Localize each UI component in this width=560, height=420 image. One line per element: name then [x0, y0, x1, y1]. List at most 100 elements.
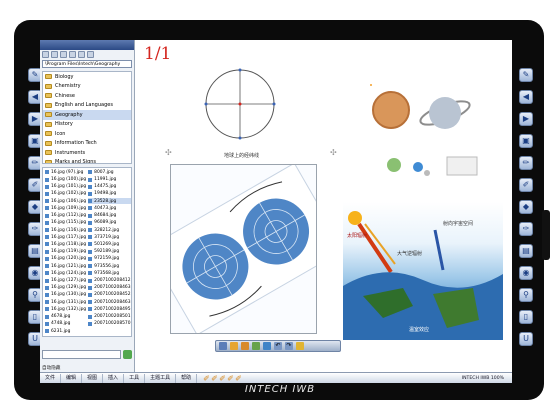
- menu-item[interactable]: 文件: [40, 373, 62, 383]
- file-item[interactable]: 501269.jpg: [88, 241, 130, 248]
- file-item[interactable]: 16.jpg (129).jpg: [45, 284, 86, 291]
- file-item[interactable]: 23528.jpg: [88, 197, 131, 205]
- brush-icon[interactable]: [241, 342, 249, 350]
- screen-icon[interactable]: ▣: [519, 134, 533, 148]
- resize-handle-icon[interactable]: ✣: [165, 149, 172, 157]
- file-item[interactable]: 16.jpg (97).jpg: [45, 169, 86, 176]
- planets-image[interactable]: [361, 65, 485, 193]
- folder-item[interactable]: History: [43, 120, 131, 130]
- pen-icon[interactable]: [230, 342, 238, 350]
- pen-4-icon[interactable]: ✐: [227, 374, 234, 383]
- file-item[interactable]: 6231.jpg: [45, 328, 86, 335]
- file-item[interactable]: 16.jpg (130).jpg: [45, 292, 86, 299]
- pen-2-icon[interactable]: ✐: [211, 374, 218, 383]
- menu-item[interactable]: 主题工具: [145, 373, 177, 383]
- view-icon[interactable]: [69, 51, 76, 58]
- file-item[interactable]: 16.jpg (118).jpg: [45, 241, 86, 248]
- file-item[interactable]: 16.jpg (127).jpg: [45, 277, 86, 284]
- up-folder-icon[interactable]: [60, 51, 67, 58]
- file-item[interactable]: 373719.jpg: [88, 234, 130, 241]
- go-button[interactable]: [123, 350, 132, 359]
- pencil-icon[interactable]: ✏: [519, 156, 533, 170]
- mouse-icon[interactable]: ▯: [519, 310, 533, 324]
- redo-icon[interactable]: ↷: [285, 342, 293, 350]
- menu-item[interactable]: 工具: [124, 373, 146, 383]
- file-item[interactable]: 96089.jpg: [88, 220, 130, 227]
- file-item[interactable]: 8007.jpg: [88, 169, 130, 176]
- back-icon[interactable]: [42, 51, 49, 58]
- file-item[interactable]: 2007100208412: [88, 277, 131, 284]
- folder-item[interactable]: Geography: [43, 110, 131, 120]
- file-item[interactable]: 16.jpg (100).jpg: [45, 176, 86, 183]
- file-item[interactable]: 16.jpg (117).jpg: [45, 234, 86, 241]
- shape-icon[interactable]: [263, 342, 271, 350]
- eraser-icon[interactable]: ◆: [519, 200, 533, 214]
- menu-item[interactable]: 帮助: [176, 373, 198, 383]
- file-item[interactable]: 16.jpg (119).jpg: [45, 248, 86, 255]
- folder-item[interactable]: Chinese: [43, 91, 131, 101]
- globe-grid-diagram[interactable]: [198, 62, 288, 152]
- folder-icon[interactable]: [78, 51, 85, 58]
- magnifier-icon[interactable]: ⚲: [519, 288, 533, 302]
- file-item[interactable]: 2007100208452: [88, 292, 131, 299]
- highlighter-icon[interactable]: ✑: [519, 222, 533, 236]
- forward-icon[interactable]: [51, 51, 58, 58]
- menu-item[interactable]: 编辑: [61, 373, 83, 383]
- settings-icon[interactable]: [87, 51, 94, 58]
- file-item[interactable]: [88, 328, 130, 335]
- pen-3-icon[interactable]: ✐: [219, 374, 226, 383]
- file-item[interactable]: 16.jpg (112).jpg: [45, 212, 86, 219]
- pen-5-icon[interactable]: ✐: [235, 374, 242, 383]
- file-item[interactable]: 16.jpg (116).jpg: [45, 227, 86, 234]
- latitude-image[interactable]: [170, 164, 317, 334]
- highlighter-icon[interactable]: [252, 342, 260, 350]
- undo-icon[interactable]: ↶: [274, 342, 282, 350]
- arrow-left-icon[interactable]: ◀: [519, 90, 533, 104]
- path-field[interactable]: \Program Files\Intech\Geography: [42, 60, 132, 68]
- menu-item[interactable]: 视图: [82, 373, 104, 383]
- file-item[interactable]: 592189.jpg: [88, 248, 130, 255]
- file-item[interactable]: 2007100208501: [88, 313, 131, 320]
- more-icon[interactable]: [296, 342, 304, 350]
- file-item[interactable]: 14475.jpg: [88, 183, 130, 190]
- greenhouse-effect-image[interactable]: 太阳辐射 大气逆辐射 射向宇宙空间 温室效应: [343, 202, 503, 340]
- file-item[interactable]: 973556.jpg: [88, 263, 130, 270]
- folder-item[interactable]: Marks and Signs: [43, 158, 131, 163]
- pen-1-icon[interactable]: ✐: [203, 374, 210, 383]
- folder-item[interactable]: Biology: [43, 72, 131, 82]
- file-item[interactable]: 973568.jpg: [88, 270, 130, 277]
- file-item[interactable]: 4748.jpg: [45, 321, 86, 328]
- file-item[interactable]: 16.jpg (101).jpg: [45, 183, 86, 190]
- pen-tool-icon[interactable]: ✎: [519, 68, 533, 82]
- file-item[interactable]: 972159.jpg: [88, 256, 130, 263]
- file-item[interactable]: 2007100208463: [88, 299, 131, 306]
- file-item[interactable]: 11991.jpg: [88, 176, 130, 183]
- select-icon[interactable]: [219, 342, 227, 350]
- brush-icon[interactable]: ✐: [519, 178, 533, 192]
- file-item[interactable]: 19498.jpg: [88, 191, 130, 198]
- monitor-icon[interactable]: ▤: [519, 244, 533, 258]
- search-input[interactable]: [42, 350, 121, 359]
- resize-handle-icon[interactable]: ✣: [330, 149, 337, 157]
- menu-item[interactable]: 插入: [103, 373, 125, 383]
- file-item[interactable]: 40473.jpg: [88, 205, 130, 212]
- file-item[interactable]: 2007100208463: [88, 284, 131, 291]
- file-item[interactable]: 4678.jpg: [45, 313, 86, 320]
- file-item[interactable]: 16.jpg (106).jpg: [45, 198, 86, 205]
- folder-item[interactable]: Information Tech: [43, 139, 131, 149]
- file-item[interactable]: 16.jpg (120).jpg: [45, 256, 86, 263]
- file-item[interactable]: 2007100208495: [88, 306, 131, 313]
- file-item[interactable]: 2007100208570: [88, 321, 131, 328]
- file-item[interactable]: 328212.jpg: [88, 227, 130, 234]
- folder-item[interactable]: English and Languages: [43, 101, 131, 111]
- file-item[interactable]: 16.jpg (121).jpg: [45, 263, 86, 270]
- folder-item[interactable]: Icon: [43, 129, 131, 139]
- file-item[interactable]: 84684.jpg: [88, 212, 130, 219]
- camera-icon[interactable]: ◉: [519, 266, 533, 280]
- folder-item[interactable]: Instruments: [43, 148, 131, 158]
- file-item[interactable]: 16.jpg (115).jpg: [45, 220, 86, 227]
- file-item[interactable]: 16.jpg (131).jpg: [45, 299, 86, 306]
- file-item[interactable]: 16.jpg (124).jpg: [45, 270, 86, 277]
- arrow-right-icon[interactable]: ▶: [519, 112, 533, 126]
- file-item[interactable]: 16.jpg (109).jpg: [45, 205, 86, 212]
